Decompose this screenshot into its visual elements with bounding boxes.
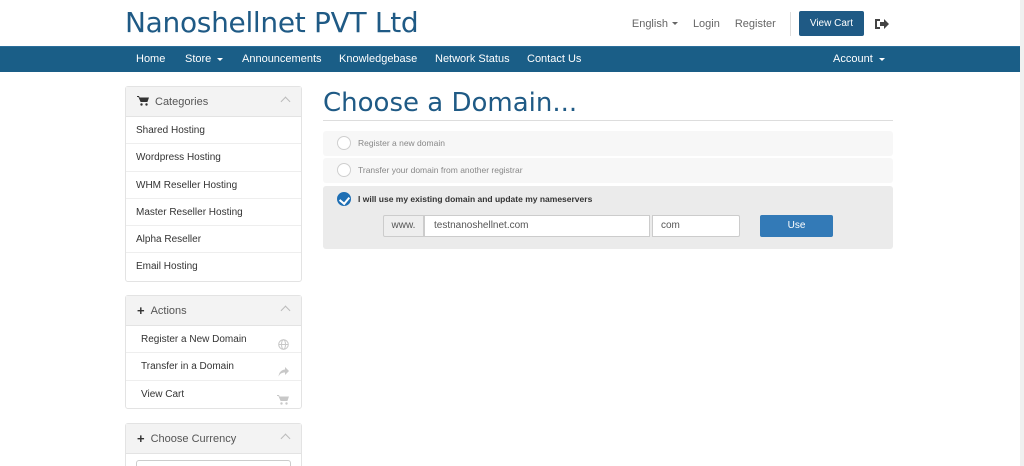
action-view-cart[interactable]: View Cart [126, 381, 301, 408]
domain-input[interactable]: testnanoshellnet.com [424, 215, 650, 237]
use-button[interactable]: Use [760, 215, 833, 237]
radio-existing[interactable] [337, 192, 351, 206]
action-register-domain-label: Register a New Domain [141, 334, 247, 345]
option-register-label: Register a new domain [358, 138, 445, 148]
category-email-hosting[interactable]: Email Hosting [126, 253, 301, 280]
tld-input[interactable]: com [652, 215, 740, 237]
page-title: Choose a Domain... [323, 88, 578, 118]
view-cart-button[interactable]: View Cart [798, 11, 864, 36]
page-scrollbar[interactable] [1020, 0, 1024, 466]
nav-account[interactable]: Account [833, 47, 885, 72]
categories-panel: Categories Shared Hosting Wordpress Host… [125, 86, 302, 282]
caret-down-icon [878, 58, 885, 61]
register-link[interactable]: Register [735, 18, 776, 30]
currency-panel: + Choose Currency [125, 423, 302, 466]
nav-announcements[interactable]: Announcements [242, 47, 322, 72]
nav-store-label: Store [185, 53, 212, 65]
action-register-domain[interactable]: Register a New Domain [126, 326, 301, 354]
option-transfer-label: Transfer your domain from another regist… [358, 165, 523, 175]
main-navbar: Home Store Announcements Knowledgebase N… [0, 46, 1024, 72]
plus-icon: + [137, 431, 145, 446]
currency-header[interactable]: + Choose Currency [126, 424, 301, 454]
divider [789, 11, 791, 36]
option-transfer-domain[interactable]: Transfer your domain from another regist… [323, 158, 893, 183]
nav-contact-us[interactable]: Contact Us [527, 47, 581, 72]
sign-out-icon[interactable] [874, 17, 890, 31]
nav-store[interactable]: Store [185, 47, 224, 72]
title-divider [323, 120, 893, 121]
actions-title: Actions [150, 304, 187, 317]
www-prefix: www. [383, 215, 424, 237]
action-view-cart-label: View Cart [141, 388, 185, 400]
currency-select[interactable] [136, 460, 291, 466]
radio-transfer[interactable] [337, 163, 351, 177]
chevron-up-icon[interactable] [280, 96, 291, 107]
top-links: English Login Register View Cart [617, 11, 890, 36]
plus-icon: + [137, 303, 145, 318]
shopping-cart-icon [137, 95, 149, 109]
action-transfer-domain[interactable]: Transfer in a Domain [126, 353, 301, 381]
login-link[interactable]: Login [693, 18, 720, 30]
caret-down-icon [217, 58, 224, 61]
category-alpha-reseller[interactable]: Alpha Reseller [126, 226, 301, 254]
action-transfer-domain-label: Transfer in a Domain [141, 361, 234, 373]
option-existing-domain[interactable]: I will use my existing domain and update… [323, 186, 893, 249]
category-wordpress-hosting[interactable]: Wordpress Hosting [126, 144, 301, 172]
language-label: English [631, 17, 668, 30]
currency-title: Choose Currency [150, 432, 237, 445]
categories-header[interactable]: Categories [126, 87, 301, 117]
chevron-up-icon[interactable] [280, 305, 291, 316]
actions-header[interactable]: + Actions [126, 296, 301, 326]
language-selector[interactable]: English [632, 18, 678, 30]
nav-home[interactable]: Home [136, 47, 165, 72]
categories-list: Shared Hosting Wordpress Hosting WHM Res… [126, 117, 301, 281]
category-whm-reseller-hosting[interactable]: WHM Reseller Hosting [126, 172, 301, 199]
actions-panel: + Actions Register a New Domain Transfer… [125, 295, 302, 409]
category-shared-hosting[interactable]: Shared Hosting [126, 117, 301, 145]
nav-knowledgebase[interactable]: Knowledgebase [339, 47, 417, 72]
actions-list: Register a New Domain Transfer in a Doma… [126, 326, 301, 408]
nav-network-status[interactable]: Network Status [435, 47, 510, 72]
cart-icon [277, 389, 289, 416]
category-master-reseller-hosting[interactable]: Master Reseller Hosting [126, 199, 301, 227]
option-existing-label: I will use my existing domain and update… [358, 194, 593, 204]
chevron-up-icon[interactable] [280, 433, 291, 444]
caret-down-icon [671, 22, 678, 25]
radio-register[interactable] [337, 136, 351, 150]
site-brand[interactable]: Nanoshellnet PVT Ltd [125, 6, 419, 39]
option-register-domain[interactable]: Register a new domain [323, 131, 893, 156]
nav-account-label: Account [833, 53, 873, 65]
categories-title: Categories [155, 95, 209, 108]
